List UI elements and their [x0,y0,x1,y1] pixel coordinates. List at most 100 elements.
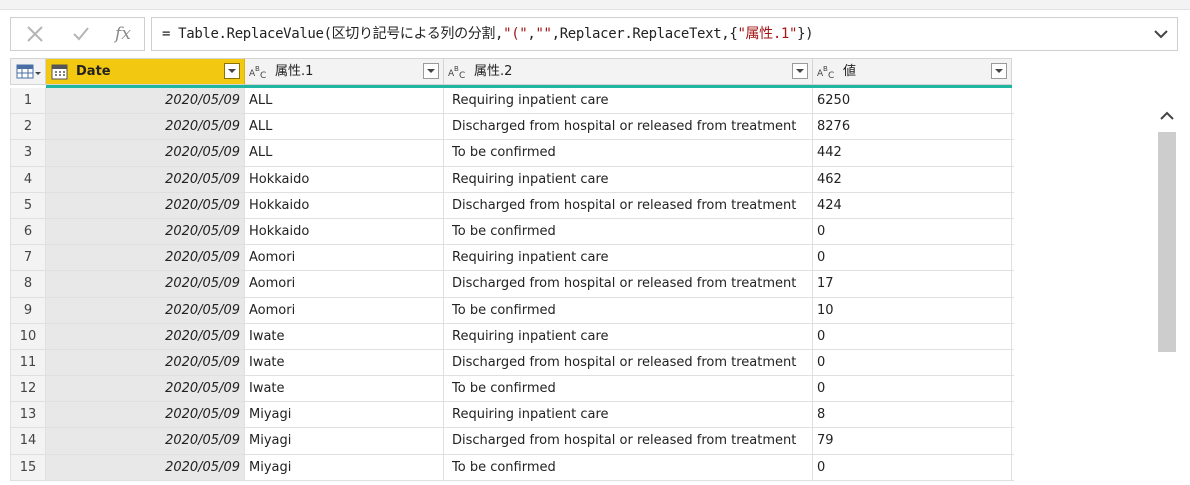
cell-date[interactable]: 2020/05/09 [46,140,245,166]
cell-value[interactable]: 0 [813,245,1012,271]
cell-value[interactable]: 442 [813,140,1012,166]
cell-attr1[interactable]: Iwate [245,349,444,376]
cell-value[interactable]: 8276 [813,114,1012,140]
cell-value[interactable]: 462 [813,166,1012,192]
row-number[interactable]: 5 [10,192,46,218]
row-number[interactable]: 14 [10,428,46,454]
cell-attr1[interactable]: Hokkaido [245,166,444,192]
table-menu-button[interactable] [10,58,46,85]
cell-date[interactable]: 2020/05/09 [46,88,245,114]
cell-attr2[interactable]: To be confirmed [444,140,813,166]
column-filter-button[interactable] [991,63,1007,79]
cell-attr1[interactable]: Aomori [245,297,444,323]
column-filter-button[interactable] [224,63,240,79]
cell-attr2[interactable]: Requiring inpatient care [444,402,813,428]
column-header-attr1[interactable]: A B C 属性.1 [245,58,444,85]
row-number[interactable]: 12 [10,376,46,402]
cell-value[interactable]: 0 [813,218,1012,245]
table-row: 13 2020/05/09 Miyagi Requiring inpatient ca… [10,402,1014,429]
column-header-date[interactable]: Date [46,58,245,85]
scroll-thumb[interactable] [1158,132,1176,352]
row-number[interactable]: 11 [10,349,46,376]
column-header-attr2[interactable]: A B C 属性.2 [444,58,813,85]
cell-attr1[interactable]: Hokkaido [245,192,444,218]
chevron-down-icon [228,69,236,73]
cell-attr2[interactable]: Requiring inpatient care [444,323,813,349]
cell-value[interactable]: 0 [813,349,1012,376]
cell-attr1[interactable]: Aomori [245,271,444,297]
cell-value[interactable]: 424 [813,192,1012,218]
cell-attr2[interactable]: To be confirmed [444,218,813,245]
column-filter-button[interactable] [423,63,439,79]
cell-attr2[interactable]: Discharged from hospital or released fro… [444,114,813,140]
cell-date[interactable]: 2020/05/09 [46,376,245,402]
cell-attr2[interactable]: Discharged from hospital or released fro… [444,271,813,297]
row-number[interactable]: 9 [10,297,46,323]
scroll-up-button[interactable] [1154,102,1180,130]
cell-date[interactable]: 2020/05/09 [46,245,245,271]
row-number[interactable]: 7 [10,245,46,271]
formula-text[interactable]: = Table.ReplaceValue(区切り記号による列の分割,"(",""… [162,18,814,50]
cell-attr2[interactable]: Requiring inpatient care [444,245,813,271]
row-number[interactable]: 6 [10,218,46,245]
cell-attr1[interactable]: Iwate [245,323,444,349]
cancel-formula-button[interactable] [15,18,55,50]
row-number[interactable]: 8 [10,271,46,297]
cell-attr2[interactable]: Discharged from hospital or released fro… [444,428,813,454]
cell-attr2[interactable]: Requiring inpatient care [444,166,813,192]
cell-attr1[interactable]: Iwate [245,376,444,402]
row-number[interactable]: 1 [10,88,46,114]
cell-value[interactable]: 0 [813,376,1012,402]
cell-date[interactable]: 2020/05/09 [46,297,245,323]
cell-value[interactable]: 10 [813,297,1012,323]
cancel-icon [27,26,43,42]
cell-attr1[interactable]: ALL [245,88,444,114]
cell-attr2[interactable]: To be confirmed [444,376,813,402]
cell-date[interactable]: 2020/05/09 [46,323,245,349]
cell-date[interactable]: 2020/05/09 [46,114,245,140]
row-number[interactable]: 15 [10,454,46,480]
cell-attr2[interactable]: To be confirmed [444,454,813,480]
cell-attr2[interactable]: Discharged from hospital or released fro… [444,349,813,376]
commit-formula-button[interactable] [61,18,101,50]
cell-date[interactable]: 2020/05/09 [46,402,245,428]
chevron-down-icon [1154,30,1168,39]
fx-icon[interactable]: fx [103,18,143,50]
column-filter-button[interactable] [792,63,808,79]
cell-value[interactable]: 0 [813,323,1012,349]
cell-value[interactable]: 8 [813,402,1012,428]
cell-attr2[interactable]: Discharged from hospital or released fro… [444,192,813,218]
cell-attr1[interactable]: Miyagi [245,428,444,454]
abc-type-icon: A B C [448,65,465,80]
cell-attr1[interactable]: Hokkaido [245,218,444,245]
cell-attr1[interactable]: ALL [245,140,444,166]
cell-value[interactable]: 0 [813,454,1012,480]
cell-date[interactable]: 2020/05/09 [46,349,245,376]
cell-date[interactable]: 2020/05/09 [46,271,245,297]
column-header-value[interactable]: A B C 値 [813,58,1012,85]
cell-attr1[interactable]: Aomori [245,245,444,271]
cell-date[interactable]: 2020/05/09 [46,218,245,245]
row-number[interactable]: 4 [10,166,46,192]
cell-date[interactable]: 2020/05/09 [46,166,245,192]
cell-attr2[interactable]: To be confirmed [444,297,813,323]
cell-date[interactable]: 2020/05/09 [46,192,245,218]
row-number[interactable]: 10 [10,323,46,349]
cell-value[interactable]: 17 [813,271,1012,297]
table-row: 7 2020/05/09 Aomori Requiring inpatient car… [10,245,1014,272]
cell-attr1[interactable]: Miyagi [245,454,444,480]
cell-value[interactable]: 79 [813,428,1012,454]
vertical-scrollbar[interactable] [1154,92,1180,485]
chevron-down-icon [796,69,804,73]
cell-attr1[interactable]: Miyagi [245,402,444,428]
cell-date[interactable]: 2020/05/09 [46,454,245,480]
row-number[interactable]: 3 [10,140,46,166]
cell-value[interactable]: 6250 [813,88,1012,114]
row-number[interactable]: 13 [10,402,46,428]
formula-expand-button[interactable] [1149,18,1173,50]
cell-attr2[interactable]: Requiring inpatient care [444,88,813,114]
cell-date[interactable]: 2020/05/09 [46,428,245,454]
cell-attr1[interactable]: ALL [245,114,444,140]
formula-bar[interactable]: = Table.ReplaceValue(区切り記号による列の分割,"(",""… [151,17,1178,51]
row-number[interactable]: 2 [10,114,46,140]
